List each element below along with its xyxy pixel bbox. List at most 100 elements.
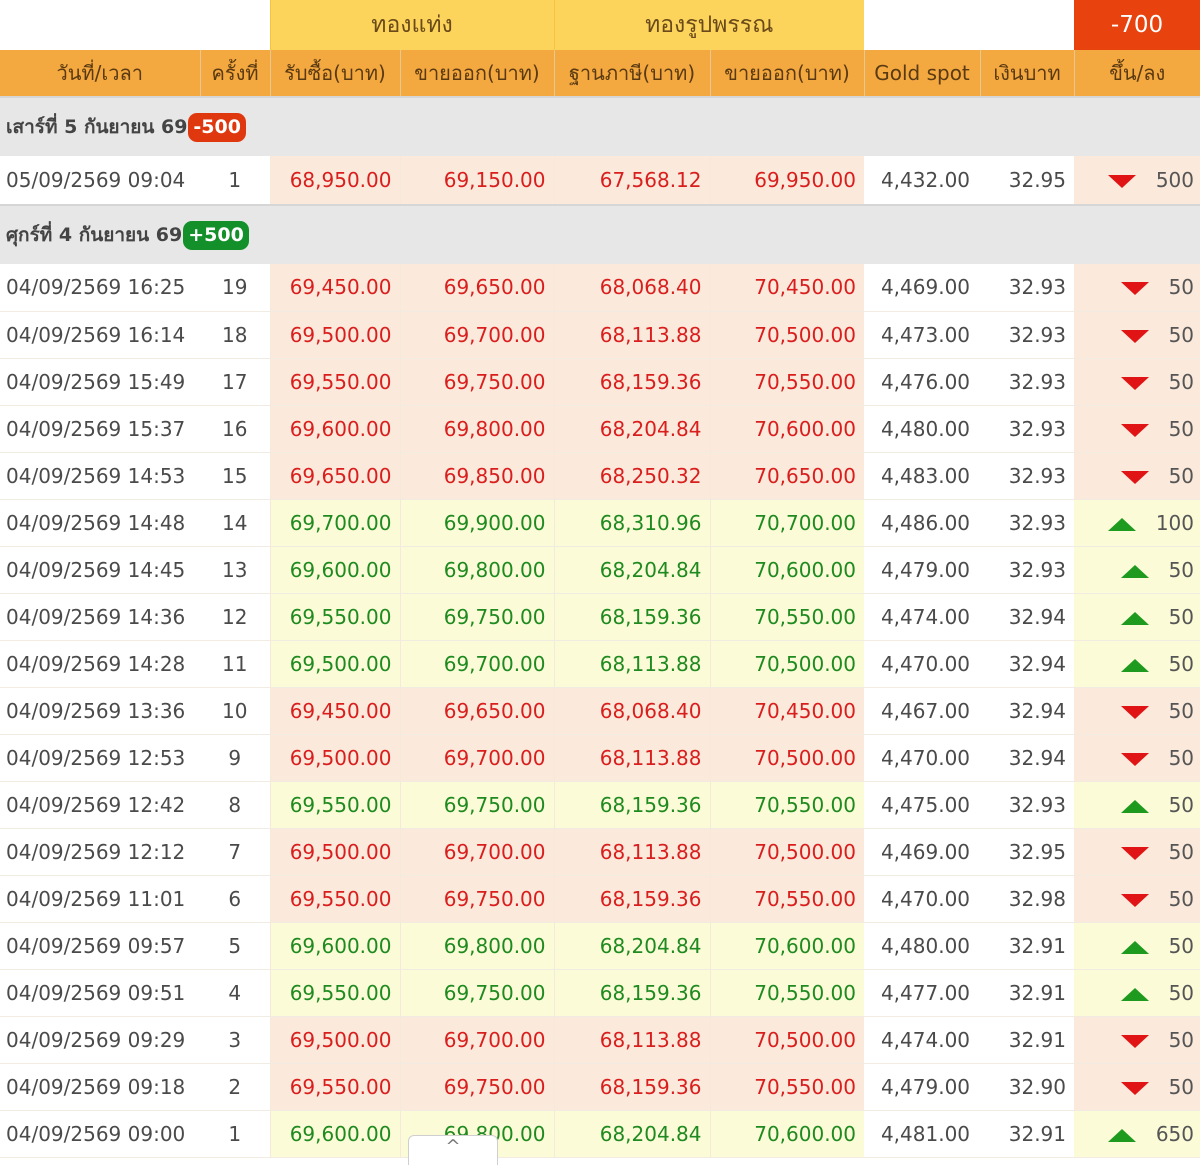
triangle-down-icon bbox=[1107, 175, 1136, 188]
row-ornament-sell-price: 70,500.00 bbox=[709, 311, 865, 359]
row-bar-sell-price: 69,750.00 bbox=[399, 969, 555, 1017]
row-bar-buy-price: 69,600.00 bbox=[269, 922, 400, 970]
row-bar-buy-price: 69,650.00 bbox=[269, 452, 400, 500]
row-change-value: 650 bbox=[1155, 1121, 1195, 1146]
row-ornament-sell-price: 70,600.00 bbox=[709, 1110, 865, 1158]
row-change-value: 50 bbox=[1168, 839, 1195, 864]
triangle-up-icon bbox=[1107, 517, 1136, 531]
row-change-value: 50 bbox=[1168, 745, 1195, 770]
row-gold-spot: 4,479.00 bbox=[864, 546, 981, 594]
row-thb-rate: 32.91 bbox=[980, 1110, 1075, 1158]
row-gold-spot: 4,467.00 bbox=[864, 687, 981, 735]
row-bar-buy-price: 69,500.00 bbox=[269, 311, 400, 359]
triangle-up-icon bbox=[1120, 564, 1149, 578]
row-ornament-sell-price: 70,600.00 bbox=[709, 405, 865, 453]
col-header-datetime: วันที่/เวลา bbox=[0, 50, 201, 97]
row-bar-buy-price: 69,600.00 bbox=[269, 405, 400, 453]
row-count: 19 bbox=[200, 264, 270, 312]
row-count: 11 bbox=[200, 640, 270, 688]
triangle-down-icon bbox=[1120, 423, 1149, 437]
triangle-down-icon bbox=[1120, 470, 1149, 484]
row-datetime: 04/09/2569 12:53 bbox=[0, 734, 200, 782]
row-change-value: 50 bbox=[1168, 604, 1195, 629]
row-ornament-tax-base: 67,568.12 bbox=[553, 156, 711, 206]
col-header-bar-buy: รับซื้อ(บาท) bbox=[270, 50, 401, 97]
triangle-up-icon bbox=[1120, 940, 1149, 954]
row-bar-buy-price: 69,500.00 bbox=[269, 828, 400, 876]
row-ornament-tax-base: 68,204.84 bbox=[553, 405, 711, 453]
row-bar-buy-price: 69,500.00 bbox=[269, 734, 400, 782]
row-thb-rate: 32.94 bbox=[980, 734, 1075, 782]
row-change-value: 50 bbox=[1168, 275, 1195, 300]
row-count: 14 bbox=[200, 499, 270, 547]
row-bar-sell-price: 69,700.00 bbox=[399, 1016, 555, 1064]
col-header-thb: เงินบาท bbox=[980, 50, 1075, 97]
row-bar-sell-price: 69,800.00 bbox=[399, 922, 555, 970]
row-bar-sell-price: 69,850.00 bbox=[399, 452, 555, 500]
price-row: 04/09/2569 11:01 6 69,550.00 69,750.00 68,15… bbox=[0, 875, 1200, 923]
row-count: 10 bbox=[200, 687, 270, 735]
row-datetime: 04/09/2569 15:37 bbox=[0, 405, 200, 453]
triangle-up-icon bbox=[1120, 658, 1149, 672]
row-thb-rate: 32.95 bbox=[980, 156, 1075, 206]
price-row: 04/09/2569 14:36 12 69,550.00 69,750.00 68,1… bbox=[0, 593, 1200, 641]
row-change-value: 50 bbox=[1168, 463, 1195, 488]
row-bar-buy-price: 69,450.00 bbox=[269, 687, 400, 735]
header-spacer-right bbox=[864, 0, 1075, 50]
row-bar-sell-price: 69,750.00 bbox=[399, 593, 555, 641]
row-ornament-sell-price: 70,700.00 bbox=[709, 499, 865, 547]
row-ornament-sell-price: 70,550.00 bbox=[709, 875, 865, 923]
row-ornament-tax-base: 68,113.88 bbox=[553, 734, 711, 782]
triangle-down-icon bbox=[1120, 752, 1149, 766]
row-datetime: 04/09/2569 09:00 bbox=[0, 1110, 200, 1158]
row-change-value: 50 bbox=[1168, 369, 1195, 394]
row-ornament-tax-base: 68,204.84 bbox=[553, 922, 711, 970]
price-row: 04/09/2569 14:48 14 69,700.00 69,900.00 68,3… bbox=[0, 499, 1200, 547]
row-ornament-sell-price: 70,500.00 bbox=[709, 734, 865, 782]
price-row: 04/09/2569 14:53 15 69,650.00 69,850.00 68,2… bbox=[0, 452, 1200, 500]
row-ornament-tax-base: 68,204.84 bbox=[553, 546, 711, 594]
scroll-up-button[interactable]: ^ bbox=[408, 1135, 498, 1165]
row-thb-rate: 32.93 bbox=[980, 358, 1075, 406]
row-count: 16 bbox=[200, 405, 270, 453]
row-change: 50 bbox=[1074, 405, 1200, 453]
day-change-badge: +500 bbox=[183, 221, 249, 250]
row-ornament-sell-price: 70,550.00 bbox=[709, 1063, 865, 1111]
row-count: 2 bbox=[200, 1063, 270, 1111]
row-gold-spot: 4,486.00 bbox=[864, 499, 981, 547]
row-count: 3 bbox=[200, 1016, 270, 1064]
row-thb-rate: 32.95 bbox=[980, 828, 1075, 876]
row-change-value: 50 bbox=[1168, 651, 1195, 676]
row-gold-spot: 4,476.00 bbox=[864, 358, 981, 406]
row-count: 1 bbox=[200, 1110, 270, 1158]
row-ornament-tax-base: 68,159.36 bbox=[553, 593, 711, 641]
row-bar-buy-price: 69,550.00 bbox=[269, 875, 400, 923]
row-change: 650 bbox=[1074, 1110, 1200, 1158]
triangle-up-icon bbox=[1107, 1128, 1136, 1142]
price-row: 04/09/2569 09:18 2 69,550.00 69,750.00 68,15… bbox=[0, 1063, 1200, 1111]
row-ornament-tax-base: 68,113.88 bbox=[553, 311, 711, 359]
row-gold-spot: 4,432.00 bbox=[864, 156, 981, 206]
row-bar-sell-price: 69,650.00 bbox=[399, 687, 555, 735]
day-change-badge: -500 bbox=[188, 113, 246, 142]
row-datetime: 04/09/2569 12:42 bbox=[0, 781, 200, 829]
row-bar-buy-price: 69,550.00 bbox=[269, 1063, 400, 1111]
row-gold-spot: 4,480.00 bbox=[864, 405, 981, 453]
triangle-down-icon bbox=[1120, 282, 1149, 296]
row-gold-spot: 4,474.00 bbox=[864, 1016, 981, 1064]
row-gold-spot: 4,474.00 bbox=[864, 593, 981, 641]
price-row: 05/09/2569 09:04 1 68,950.00 69,150.00 67,56… bbox=[0, 156, 1200, 206]
row-change-value: 50 bbox=[1168, 416, 1195, 441]
row-ornament-tax-base: 68,159.36 bbox=[553, 781, 711, 829]
row-thb-rate: 32.93 bbox=[980, 546, 1075, 594]
row-change: 50 bbox=[1074, 875, 1200, 923]
triangle-down-icon bbox=[1120, 329, 1149, 343]
price-row: 04/09/2569 16:25 19 69,450.00 69,650.00 68,0… bbox=[0, 264, 1200, 312]
row-bar-sell-price: 69,650.00 bbox=[399, 264, 555, 312]
row-count: 13 bbox=[200, 546, 270, 594]
row-ornament-tax-base: 68,159.36 bbox=[553, 875, 711, 923]
row-gold-spot: 4,480.00 bbox=[864, 922, 981, 970]
row-count: 4 bbox=[200, 969, 270, 1017]
triangle-down-icon bbox=[1120, 893, 1149, 907]
row-bar-sell-price: 69,750.00 bbox=[399, 1063, 555, 1111]
